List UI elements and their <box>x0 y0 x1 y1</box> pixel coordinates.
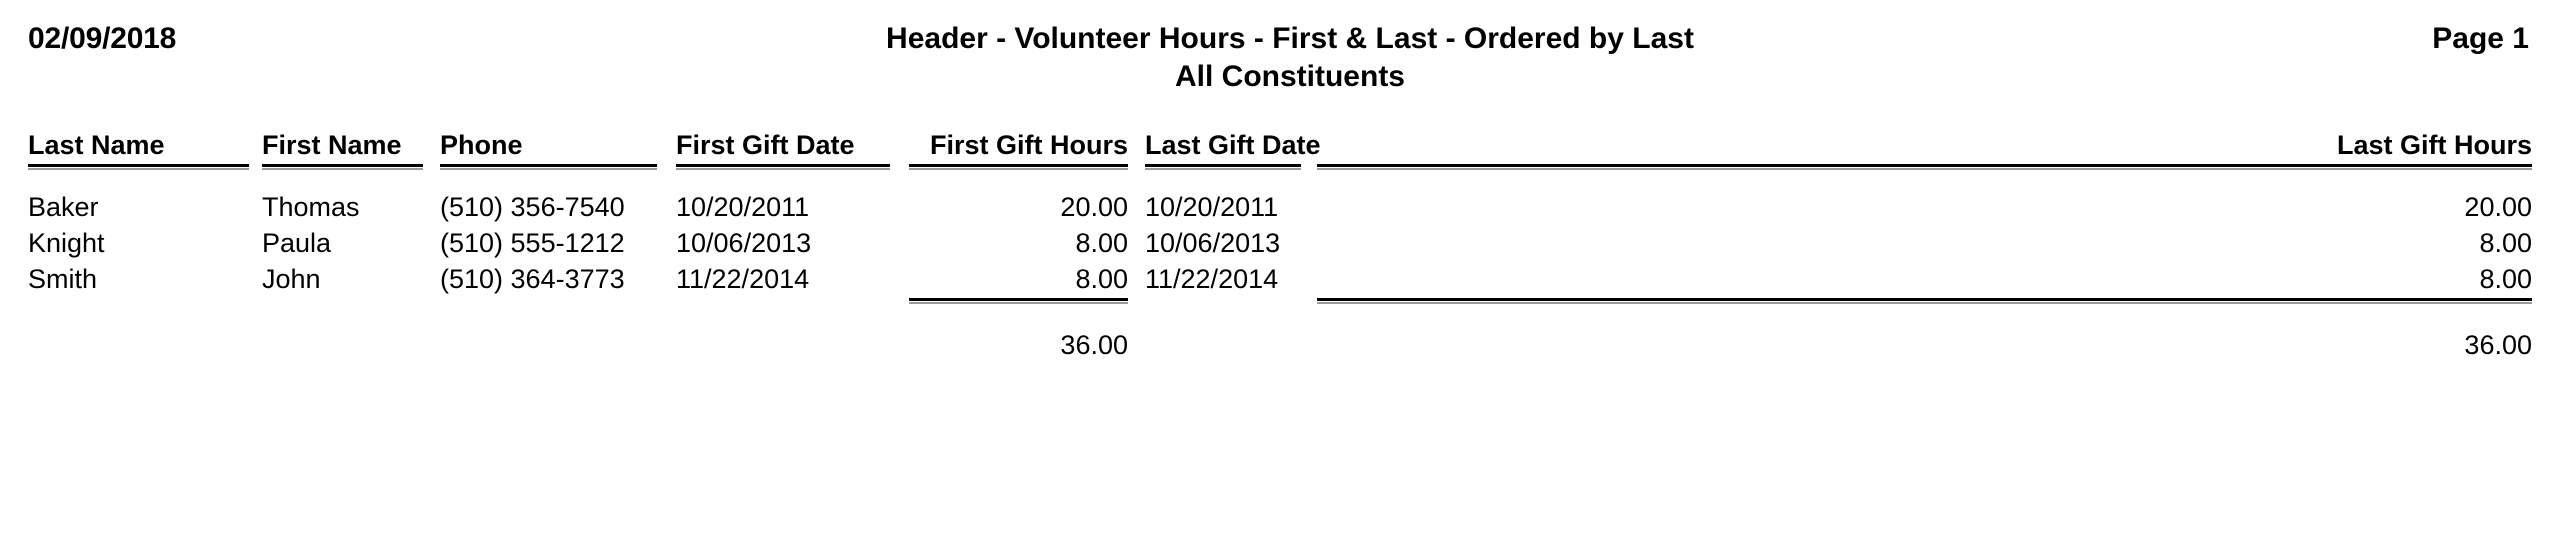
total-rule-last-gift-hours <box>1317 298 2532 304</box>
cell-last-name: Baker <box>28 192 99 222</box>
cell-phone: (510) 364-3773 <box>440 264 625 294</box>
column-rule-last-gift-date <box>1145 164 1301 170</box>
cell-first-name: Thomas <box>262 192 360 222</box>
column-rule-first-gift-hours <box>909 164 1128 170</box>
cell-last-gift-hours: 20.00 <box>2464 192 2532 222</box>
cell-first-gift-hours: 8.00 <box>1075 264 1128 294</box>
report-title: Header - Volunteer Hours - First & Last … <box>886 22 1694 55</box>
cell-last-gift-date: 10/06/2013 <box>1145 228 1281 258</box>
column-rule-first-name <box>262 164 423 170</box>
report-date: 02/09/2018 <box>28 22 177 55</box>
column-rule-phone <box>440 164 657 170</box>
column-header-phone: Phone <box>440 130 523 160</box>
cell-last-gift-date: 10/20/2011 <box>1145 192 1279 222</box>
cell-first-gift-date: 10/06/2013 <box>676 228 812 258</box>
column-rule-last-gift-hours <box>1317 164 2532 170</box>
cell-first-gift-hours: 8.00 <box>1075 228 1128 258</box>
cell-last-gift-date: 11/22/2014 <box>1145 264 1279 294</box>
cell-last-name: Smith <box>28 264 98 294</box>
column-header-last-gift-hours: Last Gift Hours <box>2336 130 2532 160</box>
cell-last-gift-hours: 8.00 <box>2479 228 2532 258</box>
column-header-first-name: First Name <box>262 130 402 160</box>
page-header: 02/09/2018 Header - Volunteer Hours - Fi… <box>0 0 2555 110</box>
cell-phone: (510) 356-7540 <box>440 192 625 222</box>
cell-first-gift-date: 10/20/2011 <box>676 192 810 222</box>
cell-first-name: John <box>262 264 321 294</box>
column-header-first-gift-date: First Gift Date <box>676 130 855 160</box>
column-rule-first-gift-date <box>676 164 890 170</box>
page-number: Page 1 <box>2432 22 2529 55</box>
cell-phone: (510) 555-1212 <box>440 228 625 258</box>
column-header-first-gift-hours: First Gift Hours <box>929 130 1128 160</box>
cell-first-gift-hours: 20.00 <box>1060 192 1128 222</box>
report-title-block: Header - Volunteer Hours - First & Last … <box>700 20 1880 96</box>
total-rule-first-gift-hours <box>909 298 1128 304</box>
column-rule-last-name <box>28 164 249 170</box>
total-first-gift-hours: 36.00 <box>1060 330 1128 360</box>
cell-last-gift-hours: 8.00 <box>2479 264 2532 294</box>
cell-last-name: Knight <box>28 228 105 258</box>
report-page: 02/09/2018 Header - Volunteer Hours - Fi… <box>0 0 2555 542</box>
cell-first-gift-date: 11/22/2014 <box>676 264 810 294</box>
total-last-gift-hours: 36.00 <box>2464 330 2532 360</box>
report-subtitle: All Constituents <box>1175 60 1405 93</box>
cell-first-name: Paula <box>262 228 332 258</box>
column-header-last-name: Last Name <box>28 130 165 160</box>
